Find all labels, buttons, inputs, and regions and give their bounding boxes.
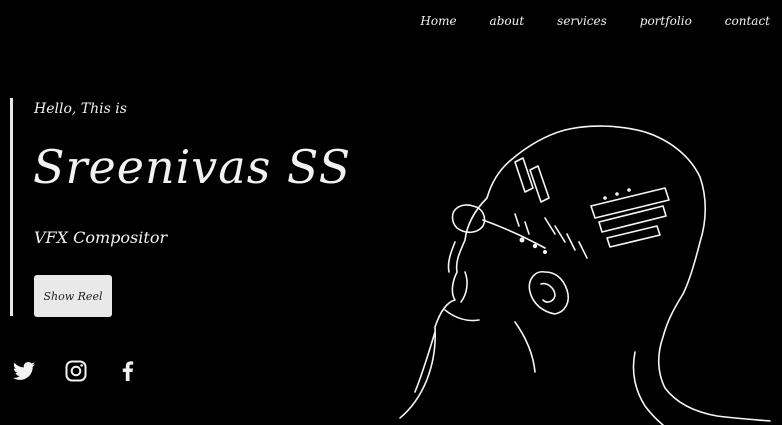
nav-home-link[interactable]: Home: [420, 14, 456, 28]
hero-name: Sreenivas SS: [33, 140, 352, 194]
nav-contact-link[interactable]: contact: [725, 14, 770, 28]
hero-accent-bar: [10, 98, 13, 316]
portrait-line-art-image: [399, 125, 771, 425]
main-nav: Home about services portfolio contact: [387, 14, 770, 28]
social-links: [12, 359, 168, 383]
nav-services-link[interactable]: services: [557, 14, 607, 28]
nav-portfolio-link[interactable]: portfolio: [640, 14, 692, 28]
hero-role: VFX Compositor: [34, 228, 168, 247]
twitter-icon[interactable]: [12, 359, 36, 383]
nav-about-link[interactable]: about: [490, 14, 525, 28]
show-reel-button[interactable]: Show Reel: [34, 275, 112, 317]
hero-greeting: Hello, This is: [34, 101, 127, 117]
instagram-icon[interactable]: [64, 359, 88, 383]
facebook-icon[interactable]: [116, 359, 140, 383]
